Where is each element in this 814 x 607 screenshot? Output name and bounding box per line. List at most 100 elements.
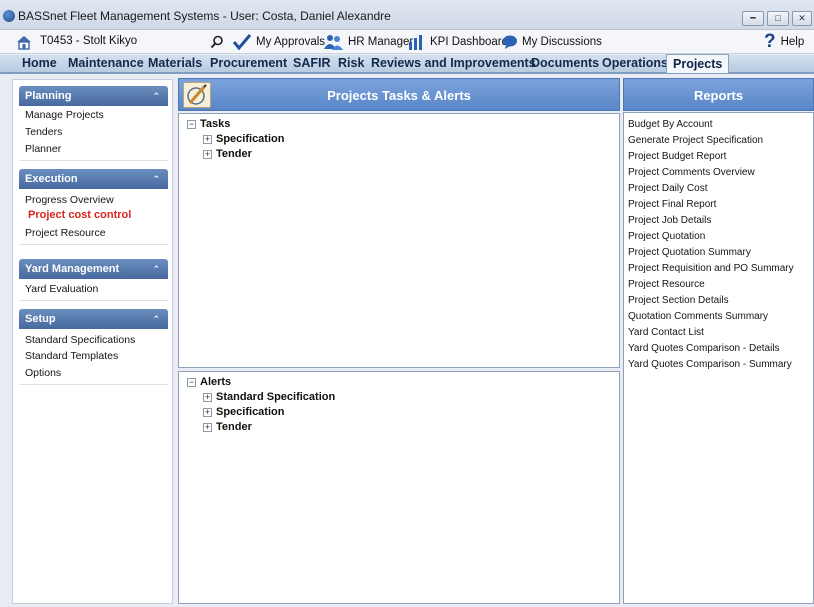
- help-label: Help: [780, 36, 805, 48]
- collapse-icon[interactable]: ⌃: [152, 259, 160, 279]
- tasks-panel: − Tasks + Specification + Tender: [178, 113, 620, 368]
- tasks-alerts-title: Projects Tasks & Alerts: [327, 88, 471, 103]
- tasks-label: Tasks: [200, 118, 231, 130]
- help-button[interactable]: ? Help: [764, 32, 805, 51]
- report-link[interactable]: Project Comments Overview: [628, 167, 755, 178]
- setup-title: Setup: [25, 313, 56, 325]
- report-link[interactable]: Budget By Account: [628, 119, 713, 130]
- collapse-icon[interactable]: ⌃: [152, 86, 160, 106]
- speech-bubble-icon: [503, 35, 517, 49]
- tree-node-tasks[interactable]: − Tasks: [187, 118, 230, 130]
- vessel-selector[interactable]: T0453 - Stolt Kikyo: [40, 35, 137, 47]
- home-icon[interactable]: [16, 34, 32, 50]
- collapse-icon[interactable]: ⌃: [152, 309, 160, 329]
- main-menu-bar: Home Maintenance Materials Procurement S…: [0, 54, 814, 74]
- report-link[interactable]: Project Job Details: [628, 215, 711, 226]
- section-divider: [19, 160, 168, 161]
- report-link[interactable]: Project Section Details: [628, 295, 729, 306]
- report-link[interactable]: Yard Quotes Comparison - Details: [628, 343, 780, 354]
- report-link[interactable]: Project Budget Report: [628, 151, 726, 162]
- hr-manager-label: HR Manager: [348, 36, 414, 48]
- expand-icon[interactable]: +: [203, 149, 212, 159]
- collapse-icon[interactable]: −: [187, 119, 196, 129]
- tree-node-standard-specification[interactable]: + Standard Specification: [203, 391, 335, 403]
- tree-node-label: Specification: [216, 406, 285, 418]
- collapse-icon[interactable]: ⌃: [152, 169, 160, 189]
- menu-reviews-and-improvements[interactable]: Reviews and Improvements: [369, 55, 538, 72]
- report-link[interactable]: Project Final Report: [628, 199, 716, 210]
- tree-node-specification[interactable]: + Specification: [203, 406, 284, 418]
- tasks-alerts-header: Projects Tasks & Alerts: [178, 78, 620, 111]
- my-approvals-button[interactable]: My Approvals: [232, 34, 325, 50]
- tree-node-alerts[interactable]: − Alerts: [187, 376, 231, 388]
- report-link[interactable]: Generate Project Specification: [628, 135, 763, 146]
- minimize-button[interactable]: ━: [742, 11, 764, 26]
- reports-title: Reports: [693, 88, 744, 103]
- tree-node-label: Standard Specification: [216, 391, 336, 403]
- yard-management-title: Yard Management: [25, 263, 120, 275]
- menu-home[interactable]: Home: [20, 55, 59, 72]
- expand-icon[interactable]: +: [203, 134, 212, 144]
- report-link[interactable]: Project Resource: [628, 279, 705, 290]
- yard-management-section-header[interactable]: Yard Management ⌃: [19, 259, 168, 279]
- my-discussions-button[interactable]: My Discussions: [502, 34, 602, 50]
- report-link[interactable]: Quotation Comments Summary: [628, 311, 768, 322]
- tree-node-label: Tender: [216, 148, 252, 160]
- checkmark-icon: [232, 34, 252, 50]
- setup-section-header[interactable]: Setup ⌃: [19, 309, 168, 329]
- bar-chart-icon: [409, 35, 422, 50]
- menu-operations[interactable]: Operations: [600, 55, 670, 72]
- expand-icon[interactable]: +: [203, 422, 212, 432]
- close-button[interactable]: ✕: [792, 11, 812, 26]
- sidebar-item-options[interactable]: Options: [25, 367, 61, 379]
- report-link[interactable]: Yard Contact List: [628, 327, 704, 338]
- execution-title: Execution: [25, 173, 78, 185]
- sidebar-item-standard-specifications[interactable]: Standard Specifications: [25, 334, 135, 346]
- menu-materials[interactable]: Materials: [146, 55, 204, 72]
- reports-header: Reports: [623, 78, 814, 111]
- search-icon: [210, 35, 223, 49]
- sidebar-item-yard-evaluation[interactable]: Yard Evaluation: [25, 283, 98, 295]
- sidebar-item-standard-templates[interactable]: Standard Templates: [25, 350, 118, 362]
- window-title: BASSnet Fleet Management Systems - User:…: [18, 9, 391, 23]
- menu-documents[interactable]: Documents: [529, 55, 601, 72]
- sidebar-item-project-cost-control[interactable]: Project cost control: [28, 209, 131, 221]
- report-link[interactable]: Project Quotation: [628, 231, 705, 242]
- section-divider: [19, 384, 168, 385]
- search-button[interactable]: [210, 34, 224, 50]
- kpi-dashboard-label: KPI Dashboard: [430, 36, 508, 48]
- expand-icon[interactable]: +: [203, 392, 212, 402]
- execution-section-header[interactable]: Execution ⌃: [19, 169, 168, 189]
- sidebar-item-planner[interactable]: Planner: [25, 143, 61, 155]
- tree-node-tender[interactable]: + Tender: [203, 421, 252, 433]
- menu-safir[interactable]: SAFIR: [291, 55, 333, 72]
- menu-maintenance[interactable]: Maintenance: [66, 55, 146, 72]
- menu-procurement[interactable]: Procurement: [208, 55, 289, 72]
- planning-section-header[interactable]: Planning ⌃: [19, 86, 168, 106]
- report-link[interactable]: Project Requisition and PO Summary: [628, 263, 794, 274]
- section-divider: [19, 300, 168, 301]
- collapse-icon[interactable]: −: [187, 377, 196, 387]
- menu-risk[interactable]: Risk: [336, 55, 366, 72]
- people-icon: [324, 35, 343, 50]
- my-approvals-label: My Approvals: [256, 36, 326, 48]
- report-link[interactable]: Project Daily Cost: [628, 183, 707, 194]
- alerts-label: Alerts: [200, 376, 232, 388]
- sidebar-item-progress-overview[interactable]: Progress Overview: [25, 194, 114, 206]
- alerts-panel: − Alerts + Standard Specification + Spec…: [178, 371, 620, 604]
- kpi-dashboard-button[interactable]: KPI Dashboard: [408, 34, 508, 50]
- reports-list: Budget By Account Generate Project Speci…: [623, 112, 814, 604]
- app-logo-icon: [3, 10, 15, 22]
- expand-icon[interactable]: +: [203, 407, 212, 417]
- tree-node-tender[interactable]: + Tender: [203, 148, 252, 160]
- hr-manager-button[interactable]: HR Manager: [324, 34, 413, 50]
- sidebar-item-project-resource[interactable]: Project Resource: [25, 227, 106, 239]
- sidebar-item-tenders[interactable]: Tenders: [25, 126, 62, 138]
- tree-node-label: Tender: [216, 421, 252, 433]
- maximize-button[interactable]: □: [767, 11, 789, 26]
- report-link[interactable]: Project Quotation Summary: [628, 247, 751, 258]
- sidebar-item-manage-projects[interactable]: Manage Projects: [25, 109, 104, 121]
- report-link[interactable]: Yard Quotes Comparison - Summary: [628, 359, 792, 370]
- tree-node-specification[interactable]: + Specification: [203, 133, 284, 145]
- menu-projects[interactable]: Projects: [666, 54, 730, 73]
